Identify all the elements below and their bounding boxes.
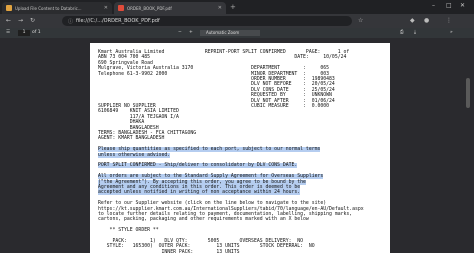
url-field[interactable]: ⓘ file:///C:/.../ORDER_BOOK_PDF.pdf	[62, 16, 352, 26]
databricks-favicon-icon	[6, 5, 12, 11]
minimize-icon[interactable]: –	[432, 1, 435, 11]
maximize-icon[interactable]: □	[446, 1, 452, 11]
new-tab-button[interactable]: +	[230, 2, 236, 12]
page-total: of 1	[32, 30, 41, 35]
tab-title: Upload File Content to Databric...	[15, 5, 82, 11]
profile-icon[interactable]: ●	[424, 17, 429, 25]
back-icon[interactable]: ←	[6, 17, 11, 25]
pdf-favicon-icon	[118, 5, 124, 11]
address-bar: ← → ↻ ⓘ file:///C:/.../ORDER_BOOK_PDF.pd…	[0, 14, 474, 28]
zoom-out-icon[interactable]: −	[178, 29, 182, 37]
pdf-viewer[interactable]: Kmart Australia Limited REPRINT-PORT SPL…	[0, 38, 474, 253]
page-nav: 1 of 1	[18, 29, 41, 37]
pdf-page: Kmart Australia Limited REPRINT-PORT SPL…	[90, 43, 390, 253]
tab-title: ORDER_BOOK_PDF.pdf	[127, 5, 172, 11]
file-info-icon: ⓘ	[68, 18, 74, 25]
document-line: INNER PACK: 13 UNITS	[98, 249, 382, 253]
print-icon[interactable]: ⎙	[400, 29, 404, 37]
bookmark-star-icon[interactable]: ☆	[358, 17, 363, 25]
extensions-icon[interactable]: ◆	[410, 17, 415, 25]
sidebar-toggle-icon[interactable]: ☰	[6, 29, 10, 37]
url-text: file:///C:/.../ORDER_BOOK_PDF.pdf	[76, 18, 160, 24]
page-number-input[interactable]: 1	[18, 30, 30, 36]
scrollbar[interactable]	[466, 78, 470, 108]
download-icon[interactable]: ⤓	[414, 29, 416, 37]
window-close-icon[interactable]: ✕	[460, 1, 465, 11]
zoom-select[interactable]: Automatic Zoom	[200, 30, 260, 36]
close-tab-icon[interactable]: ✕	[218, 5, 222, 11]
tab-upload-file[interactable]: Upload File Content to Databric... ✕	[2, 2, 112, 14]
more-tools-icon[interactable]: »	[450, 29, 453, 37]
close-tab-icon[interactable]: ✕	[104, 5, 108, 11]
zoom-in-icon[interactable]: +	[189, 29, 193, 37]
tab-order-book-pdf[interactable]: ORDER_BOOK_PDF.pdf ✕	[114, 2, 226, 14]
menu-icon[interactable]: ⋮	[446, 17, 452, 25]
forward-icon[interactable]: →	[18, 17, 23, 25]
tab-strip: Upload File Content to Databric... ✕ ORD…	[0, 0, 474, 14]
reload-icon[interactable]: ↻	[30, 17, 35, 25]
pdf-toolbar: ☰ 1 of 1 − + Automatic Zoom ⎙ ⤓ »	[0, 28, 474, 38]
